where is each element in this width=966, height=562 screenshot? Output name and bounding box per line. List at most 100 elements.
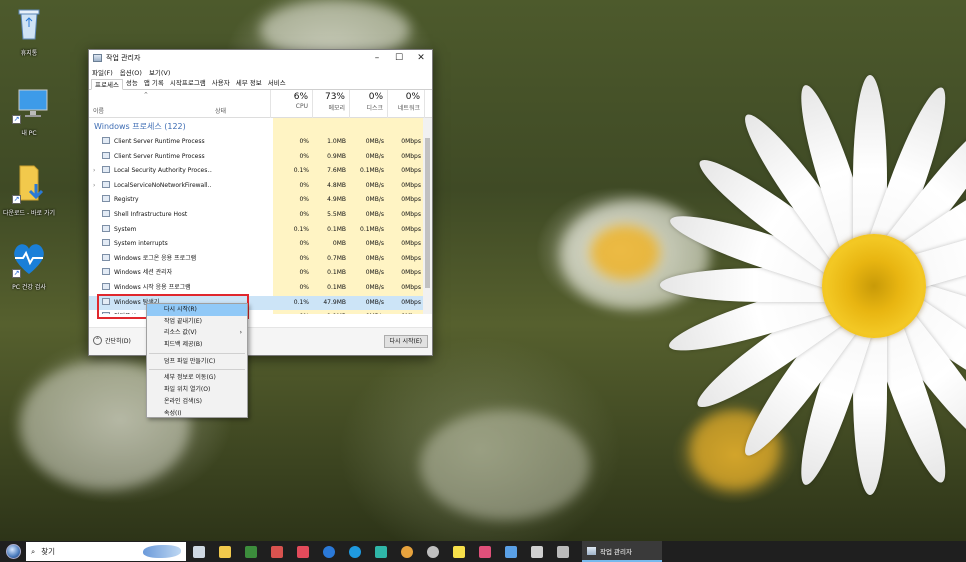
column-header-row: ⌃ 이름 상태 6% CPU 73% 메모리 0% 디스크 0% 네트워크	[89, 90, 432, 118]
app-tools-icon[interactable]	[498, 541, 524, 562]
printer-icon[interactable]	[550, 541, 576, 562]
desktop-icon-pc-health[interactable]: ↗ PC 건강 검사	[0, 238, 58, 291]
tab-processes[interactable]: 프로세스	[91, 79, 123, 90]
tab-users[interactable]: 사용자	[209, 78, 233, 89]
chevron-right-icon[interactable]: ›	[93, 164, 95, 179]
cell-network: 0Mbps	[401, 181, 421, 189]
wallpaper-blur-flower	[420, 410, 590, 520]
cell-disk: 0MB/s	[365, 240, 384, 248]
cell-cpu: 0%	[299, 138, 309, 145]
cell-cpu: 0%	[299, 152, 309, 160]
process-row[interactable]: Registry 0% 4.9MB 0MB/s 0Mbps	[89, 193, 432, 208]
minimize-button[interactable]: –	[366, 50, 388, 66]
cell-memory: 47.9MB	[323, 298, 346, 306]
tab-performance[interactable]: 성능	[123, 78, 141, 89]
tab-startup[interactable]: 시작프로그램	[167, 78, 209, 89]
tab-services[interactable]: 서비스	[265, 78, 289, 89]
task-view-icon[interactable]	[186, 541, 212, 562]
chrome-icon[interactable]	[394, 541, 420, 562]
desktop-icon-this-pc[interactable]: ↗ 내 PC	[0, 84, 58, 137]
kakaotalk-icon[interactable]	[446, 541, 472, 562]
pc-health-check-icon: ↗	[10, 238, 48, 278]
column-header-status[interactable]: 상태	[211, 90, 271, 118]
internet-explorer-icon[interactable]	[316, 541, 342, 562]
menu-item-create-dump[interactable]: 덤프 파일 만들기(C)	[147, 356, 247, 368]
app-tools-icon-glyph	[505, 545, 517, 558]
menu-item-search-online[interactable]: 온라인 검색(S)	[147, 396, 247, 408]
process-row[interactable]: › LocalServiceNoNetworkFirewall... 0% 4.8MB…	[89, 179, 432, 194]
cell-memory: 0.9MB	[327, 152, 346, 160]
column-header-memory[interactable]: 73% 메모리	[313, 90, 350, 118]
file-explorer-icon[interactable]	[212, 541, 238, 562]
fewer-details-toggle[interactable]: ⌃ 간단히(D)	[93, 336, 131, 345]
process-row[interactable]: Shell Infrastructure Host 0% 5.5MB 0MB/s 0Mb…	[89, 208, 432, 223]
menu-file[interactable]: 파일(F)	[92, 67, 113, 77]
edge-icon-glyph	[349, 545, 361, 558]
process-row[interactable]: › Local Security Authority Proces... 0.1% 7…	[89, 164, 432, 179]
group-header-windows-processes[interactable]: Windows 프로세스 (122)	[89, 118, 432, 135]
cell-cpu: 0%	[299, 240, 309, 248]
desktop-icon-downloads[interactable]: ↗ 다운로드 - 바로 가기	[0, 164, 58, 217]
cell-network: 0Mbps	[401, 167, 421, 175]
task-manager-icon	[93, 54, 102, 62]
menu-view[interactable]: 보기(V)	[149, 67, 170, 77]
app-link-icon[interactable]	[524, 541, 550, 562]
edge-icon[interactable]	[342, 541, 368, 562]
cell-disk: 0MB/s	[365, 269, 384, 277]
desktop-icon-label: 내 PC	[21, 130, 37, 137]
menu-item-end-task[interactable]: 작업 끝내기(E)	[147, 316, 247, 328]
scrollbar-thumb[interactable]	[425, 138, 430, 288]
tab-app-history[interactable]: 앱 기록	[141, 78, 167, 89]
store-icon[interactable]	[238, 541, 264, 562]
chevron-right-icon[interactable]: ›	[93, 179, 95, 194]
photo-app-icon[interactable]	[264, 541, 290, 562]
column-header-network[interactable]: 0% 네트워크	[388, 90, 425, 118]
cell-cpu: 0%	[299, 196, 309, 204]
cell-cpu: 0.1%	[293, 167, 309, 175]
start-button[interactable]	[0, 541, 26, 562]
close-button[interactable]: ✕	[410, 50, 432, 66]
cell-memory: 0.1MB	[327, 283, 346, 291]
menu-item-restart[interactable]: 다시 시작(R)	[147, 304, 247, 316]
tab-details[interactable]: 세부 정보	[233, 78, 265, 89]
title-bar[interactable]: 작업 관리자 – ☐ ✕	[89, 50, 432, 66]
context-menu: 다시 시작(R) 작업 끝내기(E) 리소스 값(V) › 피드백 제공(B) …	[146, 303, 248, 418]
process-row[interactable]: Client Server Runtime Process 0% 1.0MB 0MB/…	[89, 135, 432, 150]
desktop-icon-recycle-bin[interactable]: 휴지통	[0, 4, 58, 57]
column-header-cpu[interactable]: 6% CPU	[273, 90, 313, 118]
process-row[interactable]: Client Server Runtime Process 0% 0.9MB 0MB/…	[89, 150, 432, 165]
app-teal-icon[interactable]	[368, 541, 394, 562]
cell-network: 0Mbps	[401, 196, 421, 204]
taskbar: ⌕ 찾기 작업 관리자	[0, 541, 966, 562]
restart-button[interactable]: 다시 시작(E)	[383, 335, 428, 348]
process-row[interactable]: System interrupts 0% 0MB 0MB/s 0Mbps	[89, 237, 432, 252]
menu-item-feedback[interactable]: 피드백 제공(B)	[147, 339, 247, 351]
vertical-scrollbar[interactable]	[423, 118, 432, 314]
process-row[interactable]: Windows 로그온 응용 프로그램 0% 0.7MB 0MB/s 0Mbps	[89, 252, 432, 267]
menu-item-go-to-details[interactable]: 세부 정보로 이동(G)	[147, 372, 247, 384]
process-icon	[102, 195, 110, 203]
downloads-folder-icon: ↗	[10, 164, 48, 204]
process-row[interactable]: Windows 세션 관리자 0% 0.1MB 0MB/s 0Mbps	[89, 266, 432, 281]
cell-memory: 4.8MB	[327, 181, 346, 189]
store-icon-glyph	[245, 545, 257, 558]
menu-options[interactable]: 옵션(O)	[120, 67, 142, 77]
app-ring-icon[interactable]	[420, 541, 446, 562]
this-pc-icon: ↗	[10, 84, 48, 124]
cell-network: 0Mbps	[401, 240, 421, 248]
cell-memory: 5.5MB	[327, 210, 346, 218]
app-red-icon[interactable]	[290, 541, 316, 562]
menu-item-open-file-location[interactable]: 파일 위치 열기(O)	[147, 384, 247, 396]
maximize-button[interactable]: ☐	[388, 50, 410, 66]
column-header-name[interactable]: 이름	[89, 90, 210, 118]
menu-item-resource-values[interactable]: 리소스 값(V) ›	[147, 327, 247, 339]
taskbar-app-task-manager[interactable]: 작업 관리자	[582, 541, 662, 562]
taskbar-search-box[interactable]: ⌕ 찾기	[26, 542, 186, 561]
cell-network: 0Mbps	[401, 283, 421, 291]
search-icon: ⌕	[31, 546, 36, 556]
process-name: LocalServiceNoNetworkFirewall...	[102, 179, 212, 194]
column-header-disk[interactable]: 0% 디스크	[350, 90, 388, 118]
app-pink-icon[interactable]	[472, 541, 498, 562]
process-row[interactable]: System 0.1% 0.1MB 0.1MB/s 0Mbps	[89, 223, 432, 238]
menu-item-properties[interactable]: 속성(I)	[147, 408, 247, 420]
